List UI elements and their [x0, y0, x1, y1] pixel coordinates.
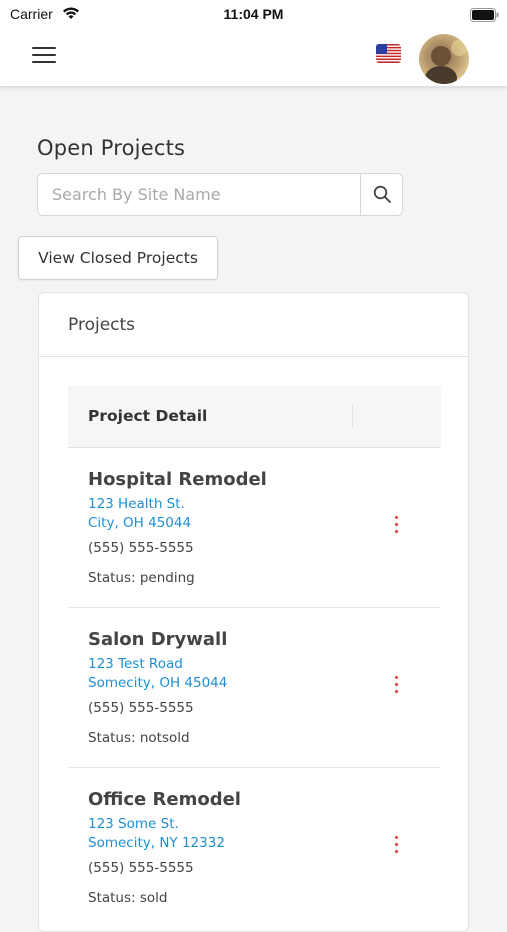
table-row[interactable]: Office Remodel 123 Some St. Somecity, NY… — [68, 768, 441, 928]
column-header-project-detail: Project Detail — [88, 407, 208, 425]
project-address-line2[interactable]: City, OH 45044 — [88, 515, 191, 531]
more-options-icon[interactable] — [386, 516, 406, 538]
table-header: Project Detail — [68, 386, 441, 448]
hamburger-menu-icon[interactable] — [32, 47, 56, 67]
us-flag-icon[interactable] — [376, 44, 401, 63]
search-bar — [37, 173, 403, 216]
card-header: Projects — [39, 293, 468, 357]
project-phone: (555) 555-5555 — [88, 540, 194, 556]
top-nav-bar — [0, 28, 507, 86]
battery-icon — [470, 7, 500, 26]
table-row[interactable]: Hospital Remodel 123 Health St. City, OH… — [68, 448, 441, 608]
project-address-line2[interactable]: Somecity, NY 12332 — [88, 835, 225, 851]
project-status: Status: sold — [88, 890, 168, 906]
status-bar: Carrier 11:04 PM — [0, 0, 507, 28]
search-icon — [373, 185, 391, 203]
search-button[interactable] — [360, 174, 403, 215]
project-address-line1[interactable]: 123 Test Road — [88, 656, 183, 672]
page-title: Open Projects — [37, 136, 186, 160]
project-phone: (555) 555-5555 — [88, 860, 194, 876]
project-name: Office Remodel — [88, 789, 241, 810]
clock-time: 11:04 PM — [223, 6, 284, 22]
column-divider — [352, 404, 353, 428]
project-name: Hospital Remodel — [88, 469, 267, 490]
project-status: Status: notsold — [88, 730, 190, 746]
project-name: Salon Drywall — [88, 629, 228, 650]
card-title: Projects — [68, 315, 136, 335]
table-row[interactable]: Salon Drywall 123 Test Road Somecity, OH… — [68, 608, 441, 768]
project-status: Status: pending — [88, 570, 195, 586]
projects-card: Projects Project Detail Hospital Remodel… — [38, 292, 469, 932]
user-avatar[interactable] — [419, 34, 469, 84]
project-address-line1[interactable]: 123 Health St. — [88, 496, 185, 512]
more-options-icon[interactable] — [386, 836, 406, 858]
project-address-line1[interactable]: 123 Some St. — [88, 816, 179, 832]
more-options-icon[interactable] — [386, 676, 406, 698]
view-closed-projects-button[interactable]: View Closed Projects — [18, 236, 218, 280]
project-address-line2[interactable]: Somecity, OH 45044 — [88, 675, 227, 691]
project-phone: (555) 555-5555 — [88, 700, 194, 716]
search-input[interactable] — [38, 174, 360, 215]
